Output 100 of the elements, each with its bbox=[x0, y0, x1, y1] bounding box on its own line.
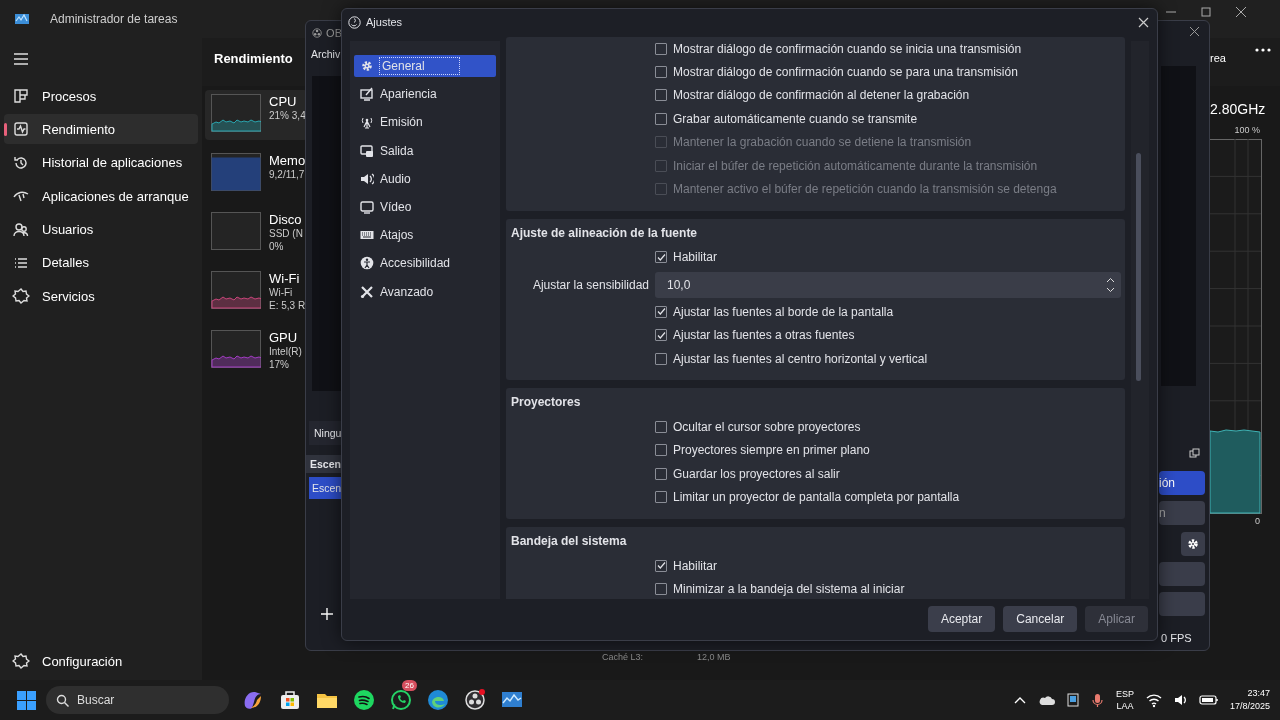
checkbox[interactable]: Ajustar las fuentes al centro horizontal y vertical bbox=[655, 351, 1125, 366]
search-icon bbox=[56, 693, 69, 707]
memory-graph bbox=[211, 153, 261, 191]
control-button[interactable]: ión bbox=[1159, 471, 1205, 495]
group-title: Proyectores bbox=[510, 394, 582, 412]
performance-icon bbox=[12, 120, 30, 139]
checkbox[interactable]: Habilitar bbox=[655, 250, 1125, 265]
app-logo-icon bbox=[14, 11, 30, 27]
wifi-icon[interactable] bbox=[1145, 692, 1162, 708]
checkbox[interactable]: Ocultar el cursor sobre proyectores bbox=[655, 420, 1125, 434]
checkbox[interactable]: Mostrar diálogo de confirmación al detener la grabación bbox=[655, 88, 1125, 103]
performance-item[interactable]: Wi-Fi Wi-Fi E: 5,3 R bbox=[205, 267, 308, 317]
notification-badge: 26 bbox=[402, 680, 417, 691]
cloud-icon[interactable] bbox=[1037, 693, 1055, 707]
accessibility-icon bbox=[360, 256, 374, 271]
record-circle-icon[interactable] bbox=[463, 688, 487, 712]
category-item[interactable]: General bbox=[354, 55, 496, 77]
fps-status: 0 FPS bbox=[1161, 632, 1192, 644]
window-title: Administrador de tareas bbox=[50, 12, 178, 26]
checkbox[interactable]: Minimizar a la bandeja del sistema al iniciar bbox=[655, 581, 1125, 596]
dialog-button[interactable]: Cancelar bbox=[1003, 606, 1078, 632]
chevron-up-icon[interactable] bbox=[1013, 695, 1026, 705]
window-title: OB bbox=[326, 27, 342, 39]
cpu-speed: 2.80GHz bbox=[1210, 101, 1266, 117]
more-icon[interactable] bbox=[1255, 47, 1271, 53]
users-icon bbox=[12, 220, 30, 239]
category-item[interactable]: Vídeo bbox=[354, 195, 496, 218]
microphone-icon[interactable] bbox=[1090, 692, 1104, 708]
monitor-icon bbox=[360, 87, 374, 102]
cache-label: Caché L3: bbox=[602, 652, 644, 662]
chat-phone-icon[interactable] bbox=[389, 688, 413, 712]
checkbox[interactable]: Mostrar diálogo de confirmación cuando se para una transmisión bbox=[655, 65, 1125, 80]
number-field[interactable]: 10,0 bbox=[655, 271, 1121, 298]
group-title: Ajuste de alineación de la fuente bbox=[510, 224, 699, 242]
nav-item[interactable]: Procesos bbox=[4, 81, 198, 111]
gear-icon bbox=[360, 59, 374, 73]
nav-item[interactable]: Aplicaciones de arranque bbox=[4, 181, 198, 212]
tools-icon bbox=[360, 284, 374, 299]
checkbox[interactable]: Ajustar las fuentes a otras fuentes bbox=[655, 328, 1125, 343]
antenna-icon bbox=[360, 115, 374, 130]
dialog-title: Ajustes bbox=[366, 16, 403, 28]
cache-label: 12,0 MB bbox=[697, 652, 731, 662]
category-item[interactable]: Accesibilidad bbox=[354, 252, 496, 275]
clock[interactable]: 23:47 17/8/2025 bbox=[1229, 687, 1270, 713]
category-item[interactable]: Avanzado bbox=[354, 280, 496, 303]
nav-item[interactable]: Historial de aplicaciones bbox=[4, 147, 198, 178]
checkbox[interactable]: Grabar automáticamente cuando se transmite bbox=[655, 111, 1125, 126]
language-indicator[interactable]: ESP LAA bbox=[1115, 688, 1134, 712]
speaker-icon[interactable] bbox=[1173, 693, 1187, 707]
checkbox[interactable]: Proyectores siempre en primer plano bbox=[655, 443, 1125, 458]
maximize-icon[interactable] bbox=[1200, 6, 1212, 18]
browser-icon[interactable] bbox=[426, 688, 450, 712]
device-icon[interactable] bbox=[1066, 693, 1079, 707]
search-field[interactable]: Buscar bbox=[46, 686, 229, 714]
battery-icon[interactable] bbox=[1198, 693, 1218, 707]
performance-item[interactable]: Memo 9,2/11,7 bbox=[205, 149, 308, 199]
checkbox[interactable]: Guardar los proyectores al salir bbox=[655, 466, 1125, 481]
checkbox[interactable]: Ajustar las fuentes al borde de la pantalla bbox=[655, 304, 1125, 319]
nav-item[interactable]: Detalles bbox=[4, 247, 198, 278]
category-item[interactable]: Emisión bbox=[354, 111, 496, 134]
performance-item[interactable]: Disco SSD (N 0% bbox=[205, 208, 308, 258]
close-icon[interactable] bbox=[1138, 17, 1149, 28]
performance-item[interactable]: GPU Intel(R) 17% bbox=[205, 326, 308, 376]
settings-button[interactable] bbox=[1181, 532, 1205, 556]
nav-item[interactable]: Rendimiento bbox=[4, 114, 198, 145]
music-circle-icon[interactable] bbox=[352, 688, 376, 712]
speaker-icon bbox=[360, 171, 374, 186]
output-icon bbox=[360, 143, 374, 158]
gear-icon bbox=[1186, 537, 1200, 551]
scene-item[interactable]: Escen bbox=[309, 477, 342, 499]
checkbox[interactable]: Habilitar bbox=[655, 558, 1125, 573]
nav-item[interactable]: Servicios bbox=[4, 281, 198, 312]
graph-frame-icon bbox=[211, 212, 261, 250]
category-item[interactable]: Atajos bbox=[354, 224, 496, 247]
axis-label: 0 bbox=[1254, 516, 1260, 526]
usage-graph bbox=[211, 330, 261, 368]
dialog-button[interactable]: Aceptar bbox=[927, 606, 996, 632]
start-icon[interactable] bbox=[16, 689, 37, 711]
control-button[interactable]: n bbox=[1159, 501, 1205, 525]
scrollbar-thumb[interactable] bbox=[1136, 153, 1141, 381]
nav-item[interactable]: Usuarios bbox=[4, 214, 198, 245]
axis-label: 100 % bbox=[1233, 125, 1260, 135]
category-item[interactable]: Apariencia bbox=[354, 83, 496, 106]
settings-item[interactable]: Configuración bbox=[4, 646, 198, 676]
app-logo-icon bbox=[348, 15, 361, 29]
menu-item[interactable]: Archiv bbox=[306, 42, 342, 68]
checkbox[interactable]: Limitar un proyector de pantalla completa por pantalla bbox=[655, 490, 1125, 505]
gear-icon bbox=[12, 287, 30, 306]
checkbox[interactable]: Mostrar diálogo de confirmación cuando se inicia una transmisión bbox=[655, 41, 1125, 56]
store-icon[interactable] bbox=[278, 688, 302, 712]
menu-icon[interactable] bbox=[13, 51, 29, 67]
new-task-button[interactable]: rea bbox=[1210, 52, 1226, 64]
category-item[interactable]: Audio bbox=[354, 167, 496, 190]
checkmark-icon bbox=[656, 252, 666, 262]
category-item[interactable]: Salida bbox=[354, 139, 496, 162]
performance-item[interactable]: CPU 21% 3,4 bbox=[205, 90, 308, 140]
undock-icon[interactable] bbox=[1189, 448, 1200, 459]
close-icon[interactable] bbox=[1189, 26, 1200, 37]
close-icon[interactable] bbox=[1235, 6, 1247, 18]
usage-graph bbox=[211, 94, 261, 132]
